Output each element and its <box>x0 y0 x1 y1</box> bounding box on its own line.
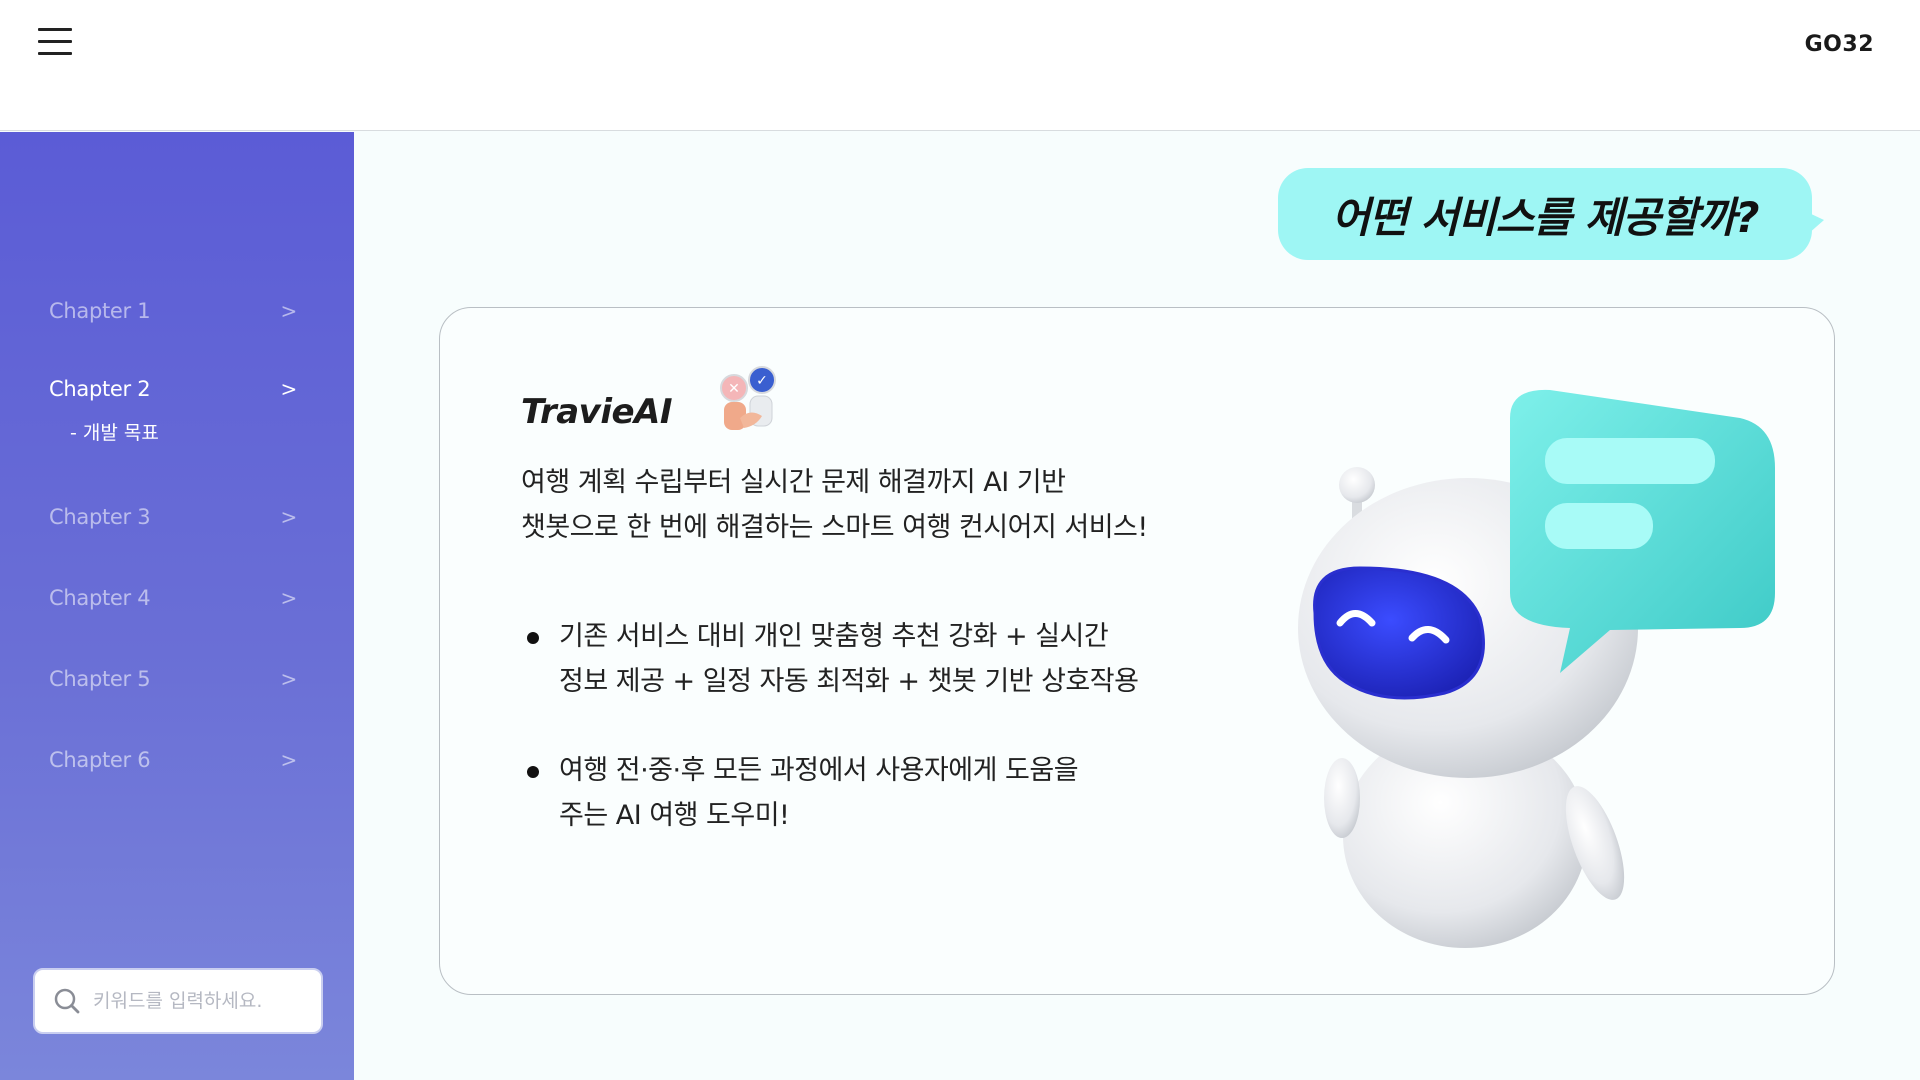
top-bar: GO32 <box>0 0 1920 131</box>
bullet-line: 주는 AI 여행 도우미! <box>559 800 790 831</box>
chevron-right-icon: > <box>280 505 298 529</box>
sidebar-item-label: Chapter 5 <box>49 667 151 691</box>
sidebar-item-chapter-4[interactable]: Chapter 4 > <box>49 578 305 618</box>
sidebar-item-label: Chapter 6 <box>49 748 151 772</box>
handshake-icon: ✕ ✓ <box>720 366 776 430</box>
brand-label: GO32 <box>1804 32 1874 57</box>
card-description: 여행 계획 수립부터 실시간 문제 해결까지 AI 기반 챗봇으로 한 번에 해… <box>521 460 1241 550</box>
sidebar-item-chapter-5[interactable]: Chapter 5 > <box>49 659 305 699</box>
bullet-line: 정보 제공 + 일정 자동 최적화 + 챗봇 기반 상호작용 <box>559 666 1139 697</box>
sidebar-item-chapter-6[interactable]: Chapter 6 > <box>49 740 305 780</box>
search-input[interactable] <box>93 990 303 1012</box>
description-line: 여행 계획 수립부터 실시간 문제 해결까지 AI 기반 <box>521 467 1066 498</box>
sidebar-item-label: Chapter 1 <box>49 299 151 323</box>
svg-text:✓: ✓ <box>756 373 768 389</box>
description-line: 챗봇으로 한 번에 해결하는 스마트 여행 컨시어지 서비스! <box>521 512 1148 543</box>
card-title: TravieAI <box>521 392 673 432</box>
search-icon <box>54 988 80 1014</box>
bullet-line: 기존 서비스 대비 개인 맞춤형 추천 강화 + 실시간 <box>559 621 1109 652</box>
hamburger-menu-icon[interactable] <box>38 28 74 58</box>
content-card: TravieAI ✕ ✓ 여행 계획 수립부터 실시간 문제 해결까지 AI 기… <box>439 307 1835 995</box>
list-item: 여행 전·중·후 모든 과정에서 사용자에게 도움을 주는 AI 여행 도우미! <box>521 748 1241 838</box>
chevron-right-icon: > <box>280 667 298 691</box>
bullet-line: 여행 전·중·후 모든 과정에서 사용자에게 도움을 <box>559 755 1079 786</box>
bubble-tail <box>1792 205 1824 248</box>
sidebar-item-chapter-3[interactable]: Chapter 3 > <box>49 497 305 537</box>
sidebar-item-label: Chapter 2 <box>49 377 151 401</box>
page-title-bubble: 어떤 서비스를 제공할까? <box>1278 168 1812 260</box>
sidebar-item-chapter-1[interactable]: Chapter 1 > <box>49 291 305 331</box>
chevron-right-icon: > <box>280 748 298 772</box>
sidebar-item-label: Chapter 4 <box>49 586 151 610</box>
chevron-right-icon: > <box>280 299 298 323</box>
sidebar-item-chapter-2[interactable]: Chapter 2 > <box>49 369 305 409</box>
search-box <box>33 968 323 1034</box>
bullet-list: 기존 서비스 대비 개인 맞춤형 추천 강화 + 실시간 정보 제공 + 일정 … <box>521 614 1241 882</box>
sidebar-item-label: Chapter 3 <box>49 505 151 529</box>
chevron-right-icon: > <box>280 377 298 401</box>
sidebar: Chapter 1 > Chapter 2 > - 개발 목표 Chapter … <box>0 132 354 1080</box>
sidebar-subitem-dev-goal[interactable]: - 개발 목표 <box>70 418 159 445</box>
list-item: 기존 서비스 대비 개인 맞춤형 추천 강화 + 실시간 정보 제공 + 일정 … <box>521 614 1241 704</box>
svg-text:✕: ✕ <box>728 381 740 397</box>
chevron-right-icon: > <box>280 586 298 610</box>
robot-chatbot-illustration <box>1298 389 1775 948</box>
